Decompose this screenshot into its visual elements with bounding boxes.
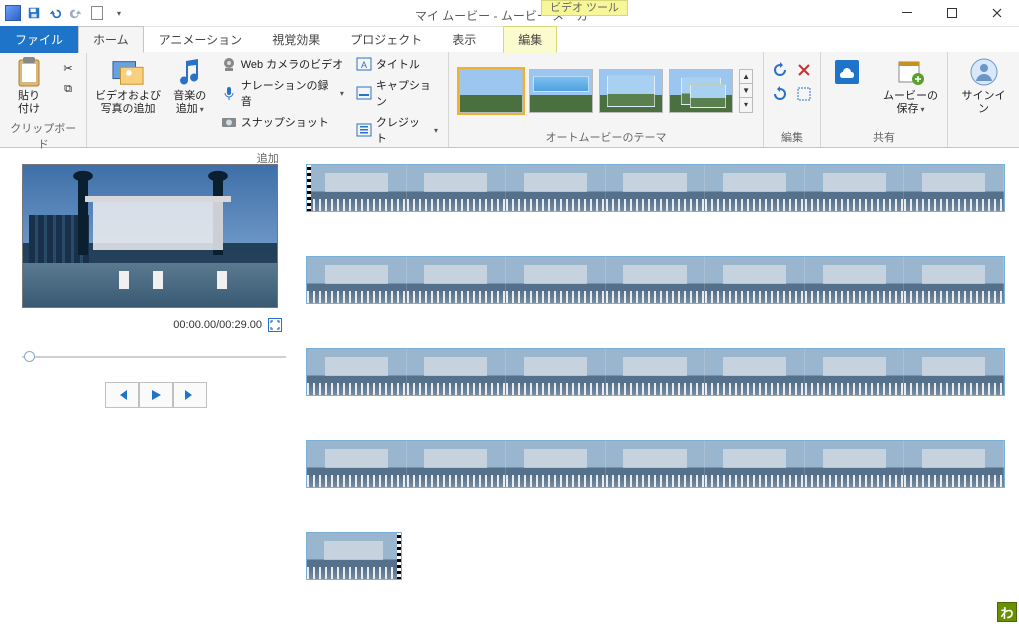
theme-gallery-expand[interactable]: ▾: [740, 98, 752, 111]
tab-video-tools-edit[interactable]: 編集: [503, 26, 557, 53]
group-label-edit: 編集: [770, 127, 814, 147]
camera-icon: [221, 114, 237, 130]
group-label-themes: オートムービーのテーマ: [455, 127, 757, 147]
redo-icon[interactable]: [67, 4, 85, 22]
rotate-left-button[interactable]: [770, 60, 790, 80]
tab-home[interactable]: ホーム: [78, 26, 144, 53]
share-onedrive-button[interactable]: [827, 54, 867, 92]
rotate-right-button[interactable]: [770, 84, 790, 104]
clip-row-1[interactable]: [306, 164, 1005, 212]
close-button[interactable]: [974, 0, 1019, 27]
maximize-button[interactable]: [929, 0, 974, 27]
group-add: ビデオおよび 写真の追加 音楽の 追加▾ Web カメラのビデオ ナレーションの…: [87, 52, 449, 147]
svg-text:A: A: [361, 60, 367, 70]
copy-button[interactable]: ⧉: [56, 79, 80, 99]
caption-icon: [356, 85, 372, 101]
play-button[interactable]: [139, 382, 173, 408]
theme-scroll-down[interactable]: ▼: [740, 84, 752, 98]
playhead[interactable]: [307, 164, 309, 212]
seek-slider[interactable]: [22, 350, 286, 364]
theme-scroll-up[interactable]: ▲: [740, 70, 752, 84]
group-themes: ▲ ▼ ▾ オートムービーのテーマ: [449, 52, 764, 147]
caption-button[interactable]: キャプション: [352, 75, 442, 111]
select-all-button[interactable]: [794, 84, 814, 104]
title-button[interactable]: A タイトル: [352, 54, 442, 74]
theme-thumb-1[interactable]: [459, 69, 523, 113]
music-note-icon: [174, 56, 206, 88]
webcam-button[interactable]: Web カメラのビデオ: [217, 54, 348, 74]
title-bar: ▾ ビデオ ツール マイ ムービー - ムービー メーカー: [0, 0, 1019, 27]
group-signin: サインイン: [948, 52, 1019, 147]
cut-button[interactable]: ✂: [56, 58, 80, 78]
narration-button[interactable]: ナレーションの録音▾: [217, 75, 348, 111]
clip-row-4[interactable]: [306, 440, 1005, 488]
new-doc-icon[interactable]: [88, 4, 106, 22]
save-movie-button[interactable]: ムービーの 保存▾: [880, 54, 941, 118]
tab-animation[interactable]: アニメーション: [144, 26, 258, 53]
snapshot-button[interactable]: スナップショット: [217, 112, 348, 132]
fullscreen-button[interactable]: [268, 318, 282, 332]
microphone-icon: [221, 85, 237, 101]
theme-thumb-3[interactable]: [599, 69, 663, 113]
timeline-pane[interactable]: [300, 148, 1019, 624]
ime-badge[interactable]: わ: [997, 602, 1017, 622]
seek-thumb[interactable]: [24, 351, 35, 362]
app-icon[interactable]: [4, 4, 22, 22]
delete-button[interactable]: [794, 60, 814, 80]
tab-file[interactable]: ファイル: [0, 26, 78, 53]
film-save-icon: [895, 56, 927, 88]
transport-controls: [22, 382, 290, 408]
theme-thumb-4[interactable]: [669, 69, 733, 113]
add-media-button[interactable]: ビデオおよび 写真の追加: [93, 54, 162, 118]
group-share: ムービーの 保存▾ 共有: [821, 52, 948, 147]
quick-access-toolbar: ▾: [0, 4, 131, 22]
paste-button[interactable]: 貼り 付け: [6, 54, 52, 118]
ribbon: 貼り 付け ✂ ⧉ クリップボード ビデオおよび 写真の追加 音楽の 追加▾: [0, 52, 1019, 148]
theme-thumb-2[interactable]: [529, 69, 593, 113]
person-icon: [968, 56, 1000, 88]
clip-row-3[interactable]: [306, 348, 1005, 396]
prev-frame-button[interactable]: [105, 382, 139, 408]
ribbon-tabs: ファイル ホーム アニメーション 視覚効果 プロジェクト 表示 編集: [0, 27, 1019, 52]
contextual-tools-tag: ビデオ ツール: [541, 0, 628, 15]
qat-customize-icon[interactable]: ▾: [109, 4, 127, 22]
theme-gallery-scroll: ▲ ▼ ▾: [739, 69, 753, 113]
clip-row-2[interactable]: [306, 256, 1005, 304]
webcam-icon: [221, 56, 237, 72]
workspace: 00:00.00/00:29.00: [0, 148, 1019, 624]
title-text-icon: A: [356, 56, 372, 72]
tab-view[interactable]: 表示: [437, 26, 491, 53]
clipboard-icon: [13, 56, 45, 88]
tab-visual-effects[interactable]: 視覚効果: [257, 26, 335, 53]
photo-video-icon: [112, 56, 144, 88]
group-label-share: 共有: [827, 127, 941, 147]
undo-icon[interactable]: [46, 4, 64, 22]
next-frame-button[interactable]: [173, 382, 207, 408]
preview-pane: 00:00.00/00:29.00: [0, 148, 300, 624]
scissors-icon: ✂: [60, 60, 76, 76]
onedrive-icon: [831, 56, 863, 88]
group-edit: 編集: [764, 52, 821, 147]
copy-icon: ⧉: [60, 81, 76, 97]
minimize-button[interactable]: [884, 0, 929, 27]
preview-monitor[interactable]: [22, 164, 278, 308]
time-display: 00:00.00/00:29.00: [173, 319, 262, 331]
group-clipboard: 貼り 付け ✂ ⧉ クリップボード: [0, 52, 87, 147]
add-music-button[interactable]: 音楽の 追加▾: [167, 54, 213, 118]
tab-project[interactable]: プロジェクト: [335, 26, 437, 53]
save-icon[interactable]: [25, 4, 43, 22]
signin-button[interactable]: サインイン: [954, 54, 1013, 118]
credits-icon: [356, 122, 372, 138]
clip-row-5[interactable]: [306, 532, 402, 580]
credits-button[interactable]: クレジット▾: [352, 112, 442, 148]
